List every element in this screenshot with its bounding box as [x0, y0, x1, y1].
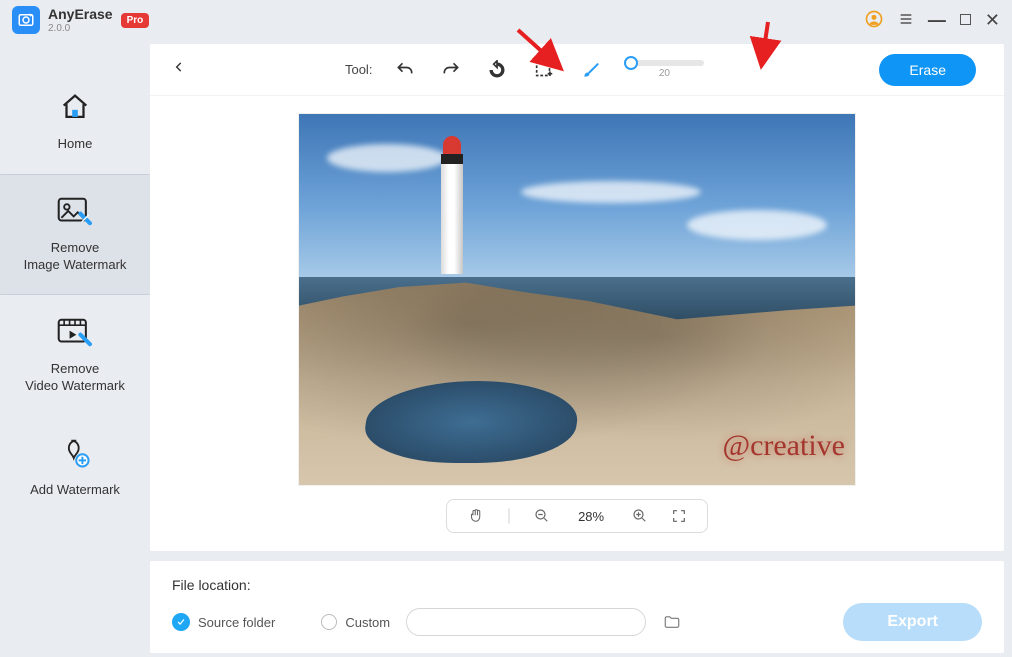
titlebar: AnyErase 2.0.0 Pro — ✕ [0, 0, 1012, 40]
sidebar-item-add-watermark[interactable]: Add Watermark [0, 416, 150, 520]
brush-size-slider[interactable] [624, 60, 704, 66]
reset-button[interactable] [484, 57, 510, 83]
file-location-label: File location: [172, 577, 982, 593]
back-button[interactable] [168, 56, 190, 83]
zoom-in-button[interactable] [631, 507, 649, 525]
custom-folder-label: Custom [345, 615, 390, 630]
erase-button[interactable]: Erase [879, 54, 976, 86]
pro-badge: Pro [121, 13, 150, 28]
custom-path-input[interactable] [406, 608, 646, 636]
custom-folder-radio[interactable]: Custom [321, 614, 390, 630]
redo-button[interactable] [438, 57, 464, 83]
pan-tool-button[interactable] [467, 507, 485, 525]
watermark-text: @creative [722, 429, 845, 463]
sidebar-item-label: Remove Video Watermark [7, 360, 143, 395]
zoom-controls: | 28% [446, 499, 708, 533]
maximize-button[interactable] [960, 13, 971, 27]
brush-tool-button[interactable] [578, 57, 604, 83]
sidebar-item-home[interactable]: Home [0, 70, 150, 174]
zoom-out-button[interactable] [533, 507, 551, 525]
canvas-image: @creative [299, 114, 855, 485]
image-viewport[interactable]: @creative [150, 96, 1004, 487]
sidebar-item-remove-image-watermark[interactable]: Remove Image Watermark [0, 174, 150, 295]
app-logo-icon [12, 6, 40, 34]
export-button-label: Export [887, 613, 938, 630]
zoom-value: 28% [573, 509, 609, 524]
sidebar-item-label: Remove Image Watermark [7, 239, 143, 274]
app-name: AnyErase [48, 6, 113, 22]
browse-folder-button[interactable] [662, 613, 682, 631]
selection-tool-button[interactable] [530, 56, 558, 84]
add-watermark-icon [7, 435, 143, 471]
source-folder-radio[interactable]: Source folder [172, 613, 275, 631]
radio-off-icon [321, 614, 337, 630]
source-folder-label: Source folder [198, 615, 275, 630]
minimize-button[interactable]: — [928, 11, 946, 29]
account-icon[interactable] [864, 9, 884, 31]
undo-button[interactable] [392, 57, 418, 83]
brush-size-value: 20 [659, 68, 670, 79]
lighthouse-graphic [438, 136, 466, 281]
export-button[interactable]: Export [843, 603, 982, 641]
canvas-area: Tool: 20 Erase [150, 44, 1004, 551]
sidebar-item-label: Home [7, 135, 143, 153]
erase-button-label: Erase [909, 62, 946, 78]
home-icon [7, 89, 143, 125]
fullscreen-button[interactable] [671, 508, 687, 524]
sidebar-item-label: Add Watermark [7, 481, 143, 499]
sidebar: Home Remove Image Watermark Remove Video… [0, 40, 150, 657]
radio-on-icon [172, 613, 190, 631]
footer-panel: File location: Source folder Custom Expo… [150, 561, 1004, 653]
image-watermark-icon [7, 193, 143, 229]
menu-icon[interactable] [898, 11, 914, 29]
app-version: 2.0.0 [48, 24, 113, 34]
close-button[interactable]: ✕ [985, 11, 1000, 29]
video-watermark-icon [7, 314, 143, 350]
sidebar-item-remove-video-watermark[interactable]: Remove Video Watermark [0, 295, 150, 416]
toolbar: Tool: 20 Erase [150, 44, 1004, 96]
tool-label: Tool: [345, 62, 372, 77]
